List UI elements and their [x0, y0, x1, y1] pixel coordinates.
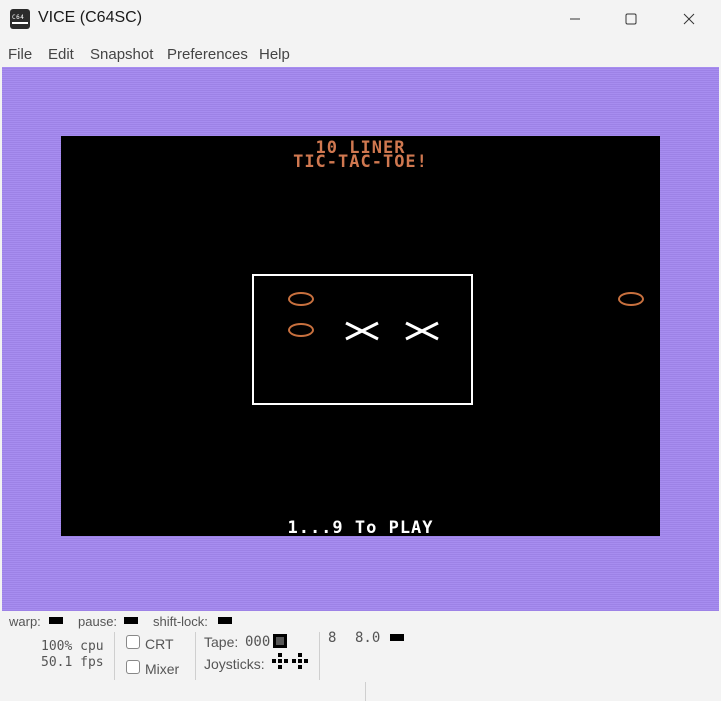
o-mark-preview — [618, 292, 644, 306]
o-mark — [288, 323, 314, 337]
x-mark — [404, 321, 440, 341]
status-divider — [319, 632, 320, 680]
close-icon — [683, 13, 695, 25]
drive-track: 8.0 — [355, 630, 381, 646]
menu-bar: File Edit Snapshot Preferences Help — [0, 40, 721, 67]
status-divider — [114, 632, 115, 680]
menu-snapshot[interactable]: Snapshot — [90, 46, 153, 63]
o-mark — [288, 292, 314, 306]
menu-preferences[interactable]: Preferences — [167, 46, 248, 63]
game-title-line2: TIC-TAC-TOE! — [293, 152, 428, 172]
drive-led — [390, 634, 404, 641]
joysticks-label: Joysticks: — [204, 656, 265, 672]
mixer-label: Mixer — [145, 661, 180, 677]
maximize-button[interactable] — [608, 4, 654, 34]
vice-icon-text: C64 — [12, 14, 25, 21]
vice-icon-underline — [12, 22, 28, 24]
cpu-usage: 100% cpu — [41, 639, 104, 654]
menu-file[interactable]: File — [8, 46, 32, 63]
shift-lock-led[interactable] — [218, 617, 232, 624]
title-bar[interactable]: C64 VICE (C64SC) — [0, 0, 721, 38]
tape-counter: 000 — [245, 634, 271, 650]
window-title: VICE (C64SC) — [38, 9, 143, 26]
menu-help[interactable]: Help — [259, 46, 290, 63]
play-prompt: 1...9 To PLAY — [287, 518, 434, 538]
status-divider — [365, 682, 366, 701]
close-button[interactable] — [666, 4, 712, 34]
warp-led[interactable] — [49, 617, 63, 624]
crt-checkbox[interactable] — [126, 635, 140, 649]
pause-led[interactable] — [124, 617, 138, 624]
tape-label: Tape: — [204, 634, 239, 650]
c64-screen[interactable]: 10 LINER TIC-TAC-TOE! 1...9 To PLAY — [61, 136, 660, 538]
status-bar: warp: pause: shift-lock: 100% cpu 50.1 f… — [0, 612, 721, 701]
minimize-icon — [570, 18, 580, 20]
menu-edit[interactable]: Edit — [48, 46, 74, 63]
status-divider — [195, 632, 196, 680]
tape-control-icon[interactable] — [273, 634, 287, 648]
shift-lock-label: shift-lock: — [153, 614, 208, 629]
warp-label: warp: — [9, 614, 41, 629]
maximize-icon — [625, 13, 637, 25]
crt-label: CRT — [145, 636, 174, 652]
x-mark — [344, 321, 380, 341]
mixer-checkbox[interactable] — [126, 660, 140, 674]
pause-label: pause: — [78, 614, 118, 629]
fps-readout: 50.1 fps — [41, 655, 104, 670]
vice-c64-icon: C64 — [10, 9, 30, 29]
minimize-button[interactable] — [552, 4, 598, 34]
drive-number: 8 — [328, 630, 337, 646]
